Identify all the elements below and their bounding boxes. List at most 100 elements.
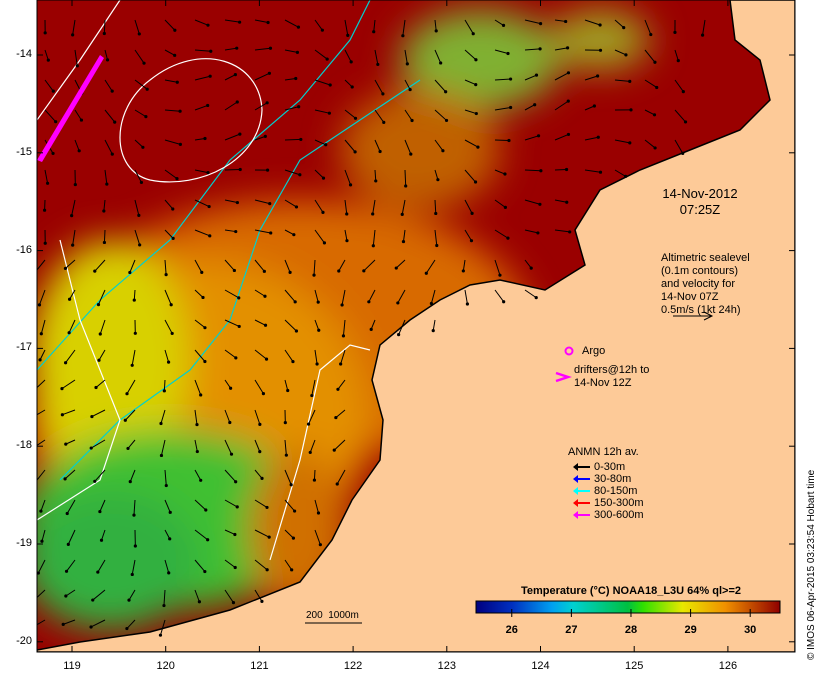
velocity-arrow-head [105, 182, 109, 186]
velocity-arrow-head [159, 453, 164, 458]
velocity-arrow-head [369, 327, 373, 331]
velocity-arrow-head [348, 183, 353, 187]
velocity-arrow-head [126, 446, 130, 451]
velocity-arrow-head [349, 60, 353, 64]
velocity-arrow-head [233, 532, 237, 537]
velocity-arrow-head [267, 71, 271, 75]
velocity-arrow-head [410, 118, 414, 123]
velocity-arrow-head [73, 182, 77, 187]
velocity-arrow-head [260, 599, 264, 603]
x-tick-label: 120 [156, 660, 175, 672]
velocity-arrow-head [328, 83, 332, 87]
y-tick-label: -16 [16, 243, 32, 256]
velocity-arrow-head [195, 422, 199, 427]
velocity-arrow-head [133, 544, 137, 548]
velocity-arrow-head [67, 297, 72, 301]
x-tick-label: 123 [437, 660, 456, 672]
velocity-arrow-head [353, 150, 357, 154]
velocity-arrow-head [596, 74, 600, 78]
velocity-arrow-head [267, 535, 271, 539]
velocity-arrow-head [93, 479, 97, 483]
velocity-arrow-head [334, 415, 338, 420]
colorbar-tick-label: 27 [565, 624, 578, 636]
velocity-arrow-head [509, 105, 513, 110]
velocity-arrow-head [408, 87, 412, 92]
velocity-arrow-head [38, 358, 42, 362]
velocity-arrow-head [125, 626, 129, 631]
velocity-arrow-head [228, 420, 232, 425]
velocity-arrow-head [441, 149, 445, 153]
velocity-arrow-head [293, 300, 297, 304]
velocity-arrow-head [208, 74, 212, 78]
velocity-arrow-head [258, 422, 262, 426]
velocity-arrow [494, 139, 509, 142]
velocity-arrow-head [473, 180, 478, 184]
colorbar-tick-label: 26 [505, 624, 518, 636]
velocity-arrow-head [265, 505, 269, 510]
velocity-arrow-head [235, 100, 239, 104]
velocity-arrow-head [339, 362, 343, 366]
velocity-arrow-head [166, 360, 171, 364]
velocity-arrow-head [434, 29, 438, 33]
velocity-arrow-head [94, 385, 98, 390]
velocity-arrow-head [231, 601, 236, 605]
velocity-arrow-head [566, 99, 570, 103]
velocity-arrow-head [434, 211, 438, 216]
velocity-arrow-head [404, 184, 408, 188]
velocity-arrow-head [536, 231, 540, 235]
velocity-arrow-head [401, 34, 405, 38]
note-line: (0.1m contours) [661, 265, 739, 277]
velocity-arrow-head [234, 229, 238, 234]
velocity-arrow-head [201, 295, 205, 300]
velocity-arrow-head [461, 269, 465, 273]
velocity-arrow-head [167, 571, 171, 575]
velocity-arrow-head [503, 172, 507, 176]
velocity-arrow-head [378, 149, 382, 154]
map-date: 14-Nov-2012 07:25Z [650, 186, 750, 218]
anmn-legend-title: ANMN 12h av. [568, 446, 639, 458]
velocity-arrow-head [283, 421, 287, 425]
velocity-arrow-head [566, 71, 571, 75]
colorbar-tick-label: 30 [744, 624, 757, 636]
velocity-arrow-head [199, 478, 203, 482]
note-line: and velocity for [661, 278, 735, 290]
velocity-arrow-head [77, 149, 81, 153]
velocity-arrow-head [652, 113, 657, 117]
anmn-legend-item: 0-30m [573, 461, 644, 473]
colorbar [475, 600, 781, 614]
colorbar-title: Temperature (°C) NOAA18_L3U 64% ql>=2 [521, 585, 741, 597]
y-tick-label: -18 [16, 439, 32, 452]
velocity-arrow-head [400, 212, 404, 216]
velocity-arrow-head [284, 453, 288, 457]
velocity-arrow-head [130, 363, 134, 367]
velocity-arrow-head [291, 536, 296, 540]
velocity-arrow-head [508, 77, 513, 81]
velocity-arrow-head [316, 300, 320, 304]
velocity-arrow-head [341, 334, 346, 338]
velocity-arrow-head [294, 205, 299, 209]
velocity-arrow-head [297, 105, 301, 109]
velocity-arrow-head [102, 240, 107, 245]
velocity-arrow-head [325, 57, 329, 61]
velocity-arrow-head [171, 236, 175, 240]
velocity-arrow-head [265, 101, 269, 105]
velocity-arrow-head [317, 328, 321, 332]
velocity-arrow-head [534, 296, 538, 300]
velocity-arrow-head [263, 134, 267, 138]
x-tick-label: 121 [250, 660, 269, 672]
velocity-arrow-head [503, 205, 507, 209]
velocity-arrow-head [93, 269, 97, 273]
x-tick-label: 122 [343, 660, 363, 672]
velocity-arrow-head [263, 294, 267, 298]
velocity-arrow-head [45, 181, 50, 185]
velocity-arrow-head [206, 171, 210, 175]
velocity-arrow-head [238, 132, 242, 136]
velocity-arrow-head [64, 594, 68, 598]
velocity-arrow-head [113, 120, 117, 124]
velocity-arrow-head [533, 103, 537, 107]
velocity-arrow-head [268, 46, 273, 50]
velocity-arrow-head [261, 391, 266, 396]
velocity-arrow-head [234, 356, 238, 360]
velocity-arrow-head [294, 76, 298, 81]
velocity-arrow-head [54, 120, 58, 124]
